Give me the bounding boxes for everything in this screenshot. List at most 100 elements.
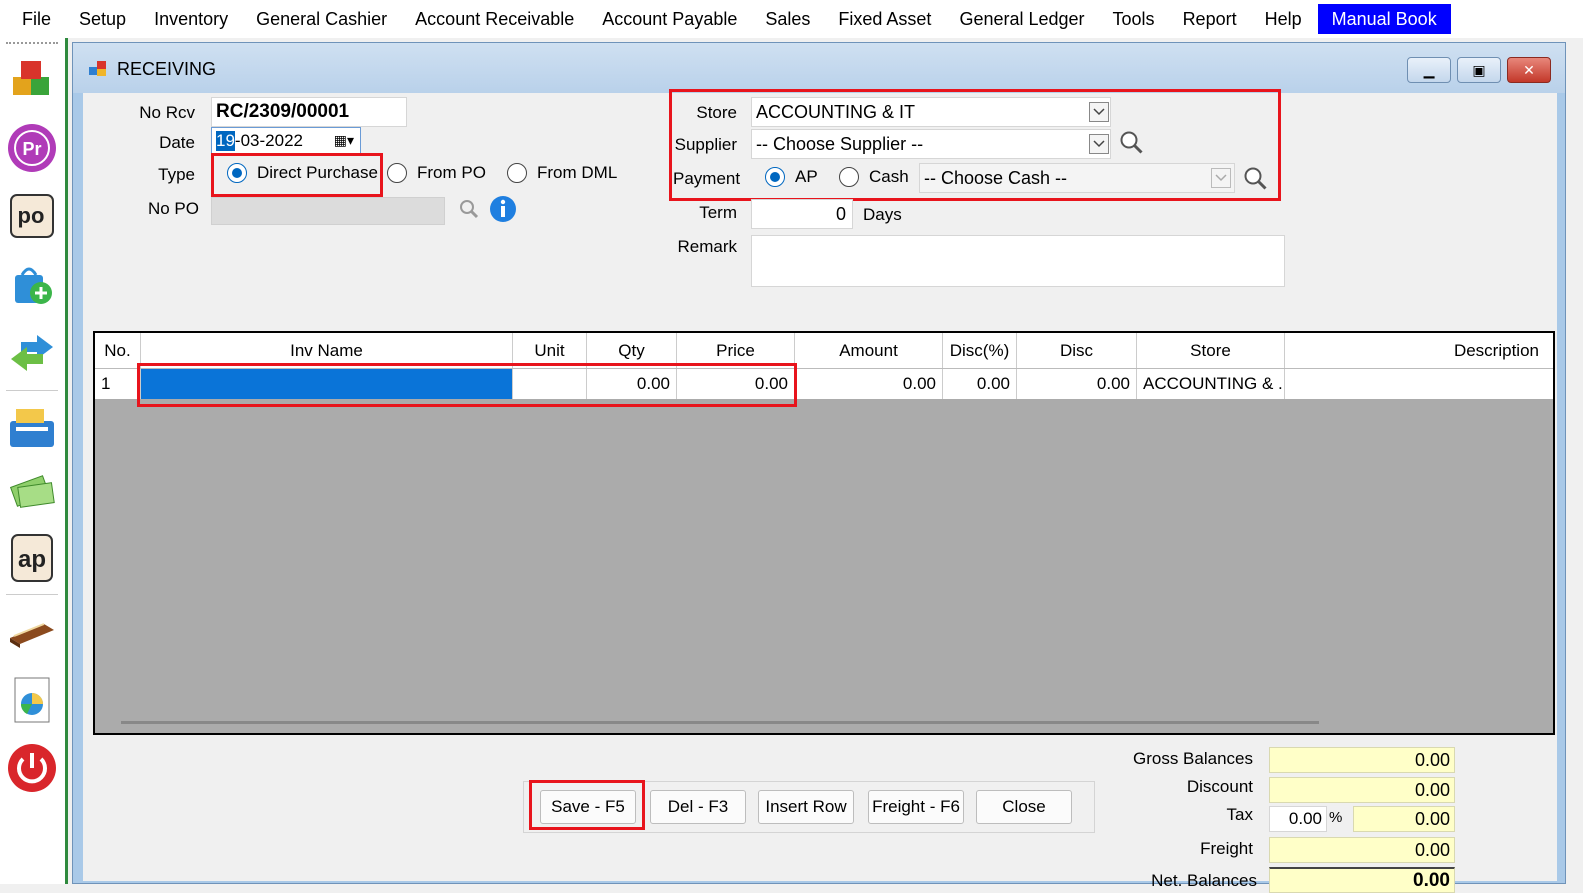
menu-manual-book[interactable]: Manual Book bbox=[1317, 4, 1451, 34]
insert-row-button[interactable]: Insert Row bbox=[758, 790, 854, 824]
restore-icon: ▣ bbox=[1472, 61, 1486, 78]
date-label: Date bbox=[159, 133, 195, 152]
menu-tools[interactable]: Tools bbox=[1099, 0, 1169, 38]
menu-setup[interactable]: Setup bbox=[65, 0, 140, 38]
radio-empty-icon bbox=[839, 167, 859, 187]
window-title: RECEIVING bbox=[117, 59, 217, 79]
date-picker[interactable]: 19 -03-2022 ▦▾ bbox=[211, 127, 361, 155]
menu-account-receivable[interactable]: Account Receivable bbox=[401, 0, 588, 38]
no-rcv-field[interactable]: RC/2309/00001 bbox=[211, 97, 407, 127]
freight-button[interactable]: Freight - F6 bbox=[868, 790, 964, 824]
menu-account-payable[interactable]: Account Payable bbox=[588, 0, 751, 38]
radio-selected-icon bbox=[765, 167, 785, 187]
remark-input[interactable] bbox=[751, 235, 1285, 287]
toolbar-separator bbox=[6, 594, 58, 595]
store-select[interactable]: ACCOUNTING & IT bbox=[751, 97, 1111, 127]
cash-label: Cash bbox=[869, 167, 909, 186]
cell-inv-name-selected[interactable] bbox=[141, 369, 513, 399]
ledger-book-icon[interactable] bbox=[4, 604, 60, 660]
payment-ap-radio[interactable]: AP bbox=[765, 167, 818, 187]
discount-label: Discount bbox=[1186, 777, 1253, 796]
col-price[interactable]: Price bbox=[677, 333, 795, 368]
cell-store[interactable]: ACCOUNTING & ... bbox=[1137, 369, 1285, 399]
type-from-dml-radio[interactable]: From DML bbox=[507, 163, 617, 183]
close-button[interactable]: Close bbox=[976, 790, 1072, 824]
cell-no: 1 bbox=[95, 369, 141, 399]
cell-price[interactable]: 0.00 bbox=[677, 369, 795, 399]
calendar-dropdown-icon[interactable]: ▦▾ bbox=[334, 132, 354, 149]
account-payable-icon[interactable]: ap bbox=[4, 530, 60, 586]
save-button[interactable]: Save - F5 bbox=[540, 790, 636, 824]
net-balances-label: Net. Balances bbox=[1151, 871, 1257, 890]
minimize-button[interactable]: ▁ bbox=[1407, 57, 1451, 83]
type-direct-purchase-radio[interactable]: Direct Purchase bbox=[227, 163, 378, 183]
cell-disc-pct[interactable]: 0.00 bbox=[943, 369, 1017, 399]
close-icon: ✕ bbox=[1523, 61, 1535, 78]
store-dropdown-icon[interactable] bbox=[1089, 102, 1109, 122]
col-inv-name[interactable]: Inv Name bbox=[141, 333, 513, 368]
close-window-button[interactable]: ✕ bbox=[1507, 57, 1551, 83]
menu-help[interactable]: Help bbox=[1251, 0, 1316, 38]
menu-sales[interactable]: Sales bbox=[751, 0, 824, 38]
menu-inventory[interactable]: Inventory bbox=[140, 0, 242, 38]
col-qty[interactable]: Qty bbox=[587, 333, 677, 368]
radio-selected-icon bbox=[227, 163, 247, 183]
menu-file[interactable]: File bbox=[0, 0, 65, 38]
restore-button[interactable]: ▣ bbox=[1457, 57, 1501, 83]
col-store[interactable]: Store bbox=[1137, 333, 1285, 368]
action-buttons-group: Save - F5 Del - F3 Insert Row Freight - … bbox=[523, 781, 1095, 833]
freight-label: Freight bbox=[1200, 839, 1253, 858]
remark-label: Remark bbox=[677, 237, 737, 256]
toolbar-separator bbox=[6, 390, 58, 391]
shopping-bag-add-icon[interactable] bbox=[4, 256, 60, 312]
inventory-boxes-icon[interactable] bbox=[4, 52, 60, 108]
cell-disc[interactable]: 0.00 bbox=[1017, 369, 1137, 399]
col-description[interactable]: Description bbox=[1285, 333, 1553, 368]
term-input[interactable]: 0 bbox=[751, 199, 853, 229]
freight-value: 0.00 bbox=[1269, 837, 1455, 863]
radio-empty-icon bbox=[387, 163, 407, 183]
menu-general-ledger[interactable]: General Ledger bbox=[945, 0, 1098, 38]
col-amount[interactable]: Amount bbox=[795, 333, 943, 368]
supplier-search-icon[interactable] bbox=[1117, 127, 1147, 159]
power-exit-icon[interactable] bbox=[4, 740, 60, 796]
po-search-icon[interactable] bbox=[457, 197, 481, 221]
tax-label: Tax bbox=[1226, 805, 1253, 824]
supplier-dropdown-icon[interactable] bbox=[1089, 134, 1109, 154]
radio-empty-icon bbox=[507, 163, 527, 183]
cash-search-icon[interactable] bbox=[1241, 163, 1271, 195]
ap-label: AP bbox=[795, 167, 818, 186]
col-disc-pct[interactable]: Disc(%) bbox=[943, 333, 1017, 368]
term-label: Term bbox=[699, 203, 737, 222]
svg-text:Pr: Pr bbox=[22, 139, 41, 159]
purchase-order-icon[interactable]: po bbox=[4, 188, 60, 244]
money-cash-icon[interactable] bbox=[4, 462, 60, 518]
cell-unit[interactable] bbox=[513, 369, 587, 399]
menu-general-cashier[interactable]: General Cashier bbox=[242, 0, 401, 38]
col-unit[interactable]: Unit bbox=[513, 333, 587, 368]
type-from-po-radio[interactable]: From PO bbox=[387, 163, 486, 183]
direct-purchase-label: Direct Purchase bbox=[257, 163, 378, 182]
cell-description[interactable] bbox=[1285, 369, 1553, 399]
table-row[interactable]: 1 0.00 0.00 0.00 0.00 0.00 ACCOUNTING & … bbox=[95, 369, 1553, 399]
tax-percent-input[interactable]: 0.00 bbox=[1269, 806, 1327, 832]
window-titlebar: RECEIVING ▁ ▣ ✕ bbox=[73, 43, 1565, 93]
report-chart-icon[interactable] bbox=[4, 672, 60, 728]
grid-horizontal-scrollbar[interactable] bbox=[121, 721, 1319, 724]
delete-button[interactable]: Del - F3 bbox=[650, 790, 746, 824]
payment-cash-radio[interactable]: Cash bbox=[839, 167, 909, 187]
type-label: Type bbox=[158, 165, 195, 184]
col-no[interactable]: No. bbox=[95, 333, 141, 368]
discount-value: 0.00 bbox=[1269, 777, 1455, 803]
transfer-arrows-icon[interactable] bbox=[4, 324, 60, 380]
purchase-request-icon[interactable]: Pr bbox=[4, 120, 60, 176]
menu-report[interactable]: Report bbox=[1169, 0, 1251, 38]
menu-fixed-asset[interactable]: Fixed Asset bbox=[824, 0, 945, 38]
window-app-icon bbox=[89, 61, 106, 76]
col-disc[interactable]: Disc bbox=[1017, 333, 1137, 368]
cash-select: -- Choose Cash -- bbox=[919, 163, 1235, 193]
info-icon[interactable] bbox=[489, 195, 517, 223]
supplier-select[interactable]: -- Choose Supplier -- bbox=[751, 129, 1111, 159]
cell-qty[interactable]: 0.00 bbox=[587, 369, 677, 399]
cashier-register-icon[interactable] bbox=[4, 398, 60, 454]
